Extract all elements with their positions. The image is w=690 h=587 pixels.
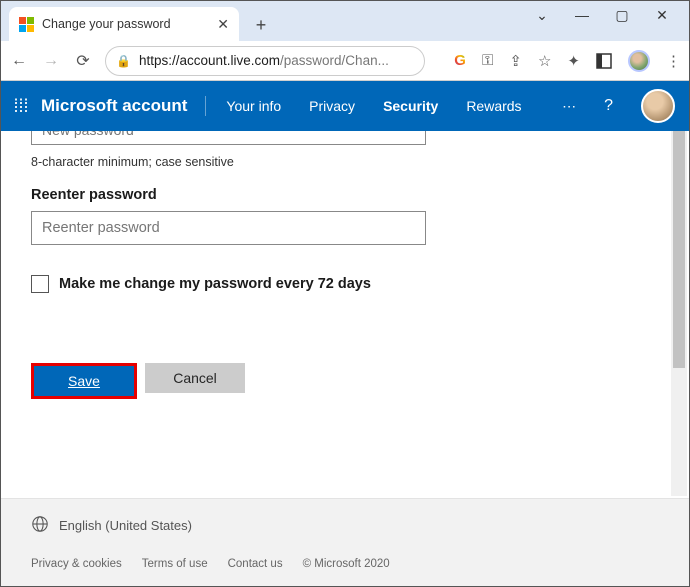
- site-nav: ⁞⁞⁞ Microsoft account Your info Privacy …: [1, 81, 689, 131]
- chevron-down-icon[interactable]: ⌄: [535, 7, 549, 29]
- nav-your-info[interactable]: Your info: [212, 81, 295, 131]
- reenter-password-field[interactable]: Reenter password: [31, 211, 426, 245]
- checkbox-icon[interactable]: [31, 275, 49, 293]
- change-every-72-row[interactable]: Make me change my password every 72 days: [31, 275, 637, 293]
- window-controls: ⌄ — ▢ ✕: [535, 1, 689, 29]
- language-selector[interactable]: English (United States): [31, 515, 659, 536]
- password-hint: 8-character minimum; case sensitive: [31, 155, 637, 169]
- footer-copyright: © Microsoft 2020: [303, 558, 390, 570]
- vertical-scrollbar[interactable]: [671, 131, 687, 496]
- new-password-field[interactable]: New password: [31, 131, 426, 145]
- scrollbar-thumb[interactable]: [673, 131, 685, 368]
- footer-link-privacy[interactable]: Privacy & cookies: [31, 558, 122, 570]
- panel-icon[interactable]: [596, 53, 612, 69]
- profile-avatar[interactable]: [628, 50, 650, 72]
- key-icon[interactable]: ⚿: [482, 52, 493, 69]
- url-text: https://account.live.com/password/Chan..…: [139, 53, 389, 68]
- browser-toolbar: ← → ⟳ 🔒 https://account.live.com/passwor…: [1, 41, 689, 81]
- reenter-label: Reenter password: [31, 187, 637, 203]
- lock-icon: 🔒: [116, 54, 131, 68]
- nav-more[interactable]: ⋯: [550, 98, 590, 115]
- microsoft-logo-icon: [19, 17, 34, 32]
- back-button[interactable]: ←: [9, 52, 29, 70]
- minimize-icon[interactable]: —: [575, 7, 589, 29]
- new-tab-button[interactable]: +: [245, 9, 277, 41]
- forward-button[interactable]: →: [41, 52, 61, 70]
- maximize-icon[interactable]: ▢: [615, 7, 629, 29]
- account-avatar[interactable]: [641, 89, 675, 123]
- star-icon[interactable]: ☆: [538, 52, 551, 70]
- close-window-icon[interactable]: ✕: [655, 7, 669, 29]
- save-button[interactable]: Save: [34, 366, 134, 396]
- nav-help[interactable]: ?: [590, 97, 627, 115]
- reload-button[interactable]: ⟳: [73, 51, 93, 71]
- page-footer: English (United States) Privacy & cookie…: [1, 498, 689, 586]
- tab-title: Change your password: [42, 17, 171, 31]
- checkbox-label: Make me change my password every 72 days: [59, 276, 371, 292]
- brand[interactable]: Microsoft account: [41, 96, 206, 116]
- share-icon[interactable]: ⇪: [509, 52, 522, 70]
- browser-tab[interactable]: Change your password ✕: [9, 7, 239, 41]
- save-highlight: Save: [31, 363, 137, 399]
- footer-link-contact[interactable]: Contact us: [228, 558, 283, 570]
- language-label: English (United States): [59, 518, 192, 533]
- menu-icon[interactable]: ⋮: [666, 52, 681, 70]
- address-bar[interactable]: 🔒 https://account.live.com/password/Chan…: [105, 46, 425, 76]
- footer-link-terms[interactable]: Terms of use: [142, 558, 208, 570]
- nav-privacy[interactable]: Privacy: [295, 81, 369, 131]
- close-tab-icon[interactable]: ✕: [217, 16, 229, 33]
- extensions-icon[interactable]: ✦: [567, 52, 580, 70]
- cancel-button[interactable]: Cancel: [145, 363, 245, 393]
- page-content: New password 8-character minimum; case s…: [1, 131, 667, 496]
- app-launcher-icon[interactable]: ⁞⁞⁞: [1, 96, 41, 117]
- google-icon[interactable]: G: [454, 52, 466, 69]
- nav-security[interactable]: Security: [369, 81, 452, 131]
- globe-icon: [31, 515, 49, 536]
- nav-rewards[interactable]: Rewards: [452, 81, 535, 131]
